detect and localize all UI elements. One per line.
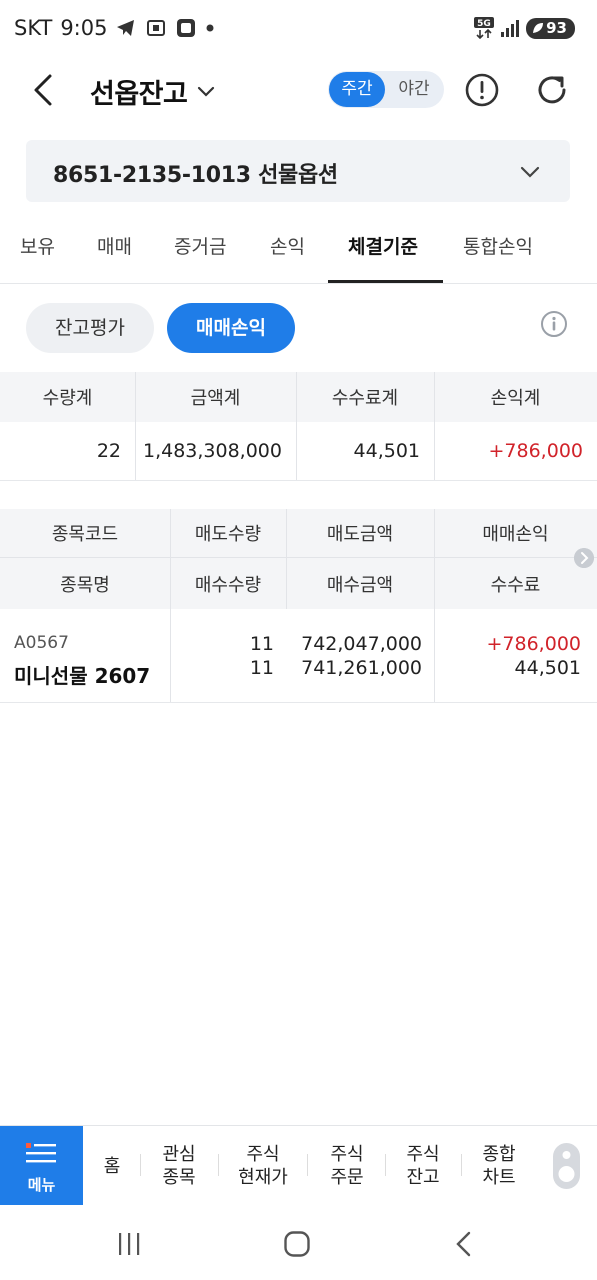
telegram-icon bbox=[117, 20, 135, 36]
nav-chart-line2: 차트 bbox=[482, 1167, 516, 1188]
trade-pnl: +786,000 bbox=[486, 633, 582, 655]
sell-qty: 11 bbox=[249, 633, 274, 655]
tab-margin[interactable]: 증거금 bbox=[174, 232, 226, 259]
app-badge-icon bbox=[177, 19, 196, 37]
tab-execution-basis[interactable]: 체결기준 bbox=[348, 232, 418, 259]
header-fee-total: 수수료계 bbox=[331, 388, 399, 409]
header-pnl-total: 손익계 bbox=[490, 388, 541, 409]
header-item-name: 종목명 bbox=[60, 574, 110, 596]
qty-total: 22 bbox=[96, 440, 121, 462]
toggle-night[interactable]: 야간 bbox=[386, 72, 442, 107]
status-right: 5G 93 bbox=[474, 17, 575, 39]
recent-apps-icon[interactable] bbox=[116, 1231, 142, 1257]
header-sell-amount: 매도금액 bbox=[326, 524, 394, 545]
nav-stock-price-line2: 현재가 bbox=[238, 1167, 288, 1188]
balance-eval-button[interactable]: 잔고평가 bbox=[26, 303, 154, 353]
status-bar: SKT 9:05 5G 93 bbox=[0, 0, 597, 58]
menu-icon bbox=[26, 1143, 56, 1163]
toggle-day[interactable]: 주간 bbox=[329, 72, 385, 107]
item-code: A0567 bbox=[14, 633, 69, 653]
tab-total-pnl[interactable]: 통합손익 bbox=[463, 232, 533, 259]
nav-chart[interactable]: 종합 차트 bbox=[468, 1126, 530, 1206]
table-row[interactable]: A0567 미니선물 2607 11 11 742,047,000 741,26… bbox=[0, 609, 597, 703]
nav-scroll-toggle[interactable] bbox=[553, 1143, 580, 1189]
pnl-total: +786,000 bbox=[488, 440, 584, 462]
leaf-icon bbox=[533, 23, 544, 33]
notification-dot-icon bbox=[206, 24, 214, 32]
nav-watchlist[interactable]: 관심 종목 bbox=[148, 1126, 210, 1206]
back-nav-icon[interactable] bbox=[452, 1230, 476, 1258]
summary-header: 수량계 금액계 수수료계 손익계 bbox=[0, 372, 597, 422]
header-amount-total: 금액계 bbox=[190, 388, 241, 409]
clock: 9:05 bbox=[60, 16, 108, 40]
amount-total: 1,483,308,000 bbox=[142, 440, 282, 462]
chevron-down-icon[interactable] bbox=[195, 80, 217, 102]
toggle-knob-icon bbox=[558, 1151, 575, 1182]
chevron-down-icon bbox=[520, 166, 540, 178]
signal-icon bbox=[501, 20, 520, 37]
nav-stock-balance-line2: 잔고 bbox=[406, 1167, 440, 1188]
trade-pnl-button[interactable]: 매매손익 bbox=[167, 303, 295, 353]
account-number: 8651-2135-1013 선물옵션 bbox=[53, 163, 338, 188]
nav-stock-order-line2: 주문 bbox=[330, 1167, 364, 1188]
header-item-code: 종목코드 bbox=[51, 524, 119, 545]
info-icon[interactable] bbox=[539, 309, 569, 339]
tab-trades[interactable]: 매매 bbox=[97, 232, 132, 259]
nav-chart-line1: 종합 bbox=[482, 1144, 516, 1165]
tab-holdings[interactable]: 보유 bbox=[20, 232, 55, 259]
app-header: 선옵잔고 주간 야간 bbox=[0, 58, 597, 122]
tab-bar: 보유 매매 증거금 손익 체결기준 통합손익 bbox=[0, 214, 597, 284]
nav-stock-order[interactable]: 주식 주문 bbox=[316, 1126, 378, 1206]
refresh-icon[interactable] bbox=[534, 72, 570, 108]
header-buy-amount: 매수금액 bbox=[326, 574, 394, 596]
battery-indicator: 93 bbox=[526, 17, 575, 39]
bottom-nav: 메뉴 홈 관심 종목 주식 현재가 주식 주문 주식 잔고 종합 차트 bbox=[0, 1125, 597, 1206]
summary-row: 22 1,483,308,000 44,501 +786,000 bbox=[0, 422, 597, 481]
tab-pnl[interactable]: 손익 bbox=[270, 232, 305, 259]
alert-info-icon[interactable] bbox=[464, 72, 500, 108]
status-left: SKT 9:05 bbox=[14, 16, 215, 40]
nav-stock-price[interactable]: 주식 현재가 bbox=[226, 1126, 300, 1206]
nav-stock-balance-line1: 주식 bbox=[406, 1144, 440, 1165]
fee-total: 44,501 bbox=[353, 440, 420, 462]
header-fee: 수수료 bbox=[490, 574, 541, 596]
header-sell-qty: 매도수량 bbox=[194, 524, 262, 545]
nav-stock-balance[interactable]: 주식 잔고 bbox=[392, 1126, 454, 1206]
carrier-label: SKT bbox=[14, 16, 53, 40]
network-5g-icon: 5G bbox=[474, 17, 495, 39]
detail-header-row1: 종목코드 매도수량 매도금액 매매손익 bbox=[0, 509, 597, 558]
battery-level: 93 bbox=[546, 18, 567, 37]
detail-header-row2: 종목명 매수수량 매수금액 수수료 bbox=[0, 558, 597, 609]
svg-text:5G: 5G bbox=[477, 19, 491, 29]
page-title[interactable]: 선옵잔고 bbox=[90, 72, 188, 111]
buy-amount: 741,261,000 bbox=[301, 657, 422, 679]
menu-label: 메뉴 bbox=[27, 1176, 56, 1194]
active-tab-indicator bbox=[328, 280, 443, 283]
nav-watchlist-line2: 종목 bbox=[162, 1167, 196, 1188]
header-buy-qty: 매수수량 bbox=[194, 574, 262, 596]
buy-qty: 11 bbox=[249, 657, 274, 679]
fee: 44,501 bbox=[514, 657, 581, 679]
nav-stock-price-line1: 주식 bbox=[246, 1144, 280, 1165]
item-name: 미니선물 2607 bbox=[14, 664, 151, 688]
chevron-right-icon[interactable] bbox=[574, 548, 594, 568]
nav-home[interactable]: 홈 bbox=[92, 1126, 132, 1206]
screenshot-icon bbox=[147, 20, 166, 36]
header-trade-pnl: 매매손익 bbox=[482, 524, 549, 545]
system-nav-bar bbox=[0, 1205, 597, 1280]
nav-home-label: 홈 bbox=[103, 1155, 121, 1177]
back-arrow-icon[interactable] bbox=[26, 70, 62, 110]
account-selector[interactable]: 8651-2135-1013 선물옵션 bbox=[26, 140, 570, 202]
home-icon[interactable] bbox=[283, 1230, 311, 1258]
day-night-toggle[interactable]: 주간 야간 bbox=[328, 71, 444, 108]
nav-watchlist-line1: 관심 bbox=[162, 1144, 196, 1165]
sell-amount: 742,047,000 bbox=[301, 633, 422, 655]
menu-button[interactable]: 메뉴 bbox=[0, 1126, 83, 1206]
nav-stock-order-line1: 주식 bbox=[330, 1144, 364, 1165]
header-qty-total: 수량계 bbox=[42, 388, 93, 409]
